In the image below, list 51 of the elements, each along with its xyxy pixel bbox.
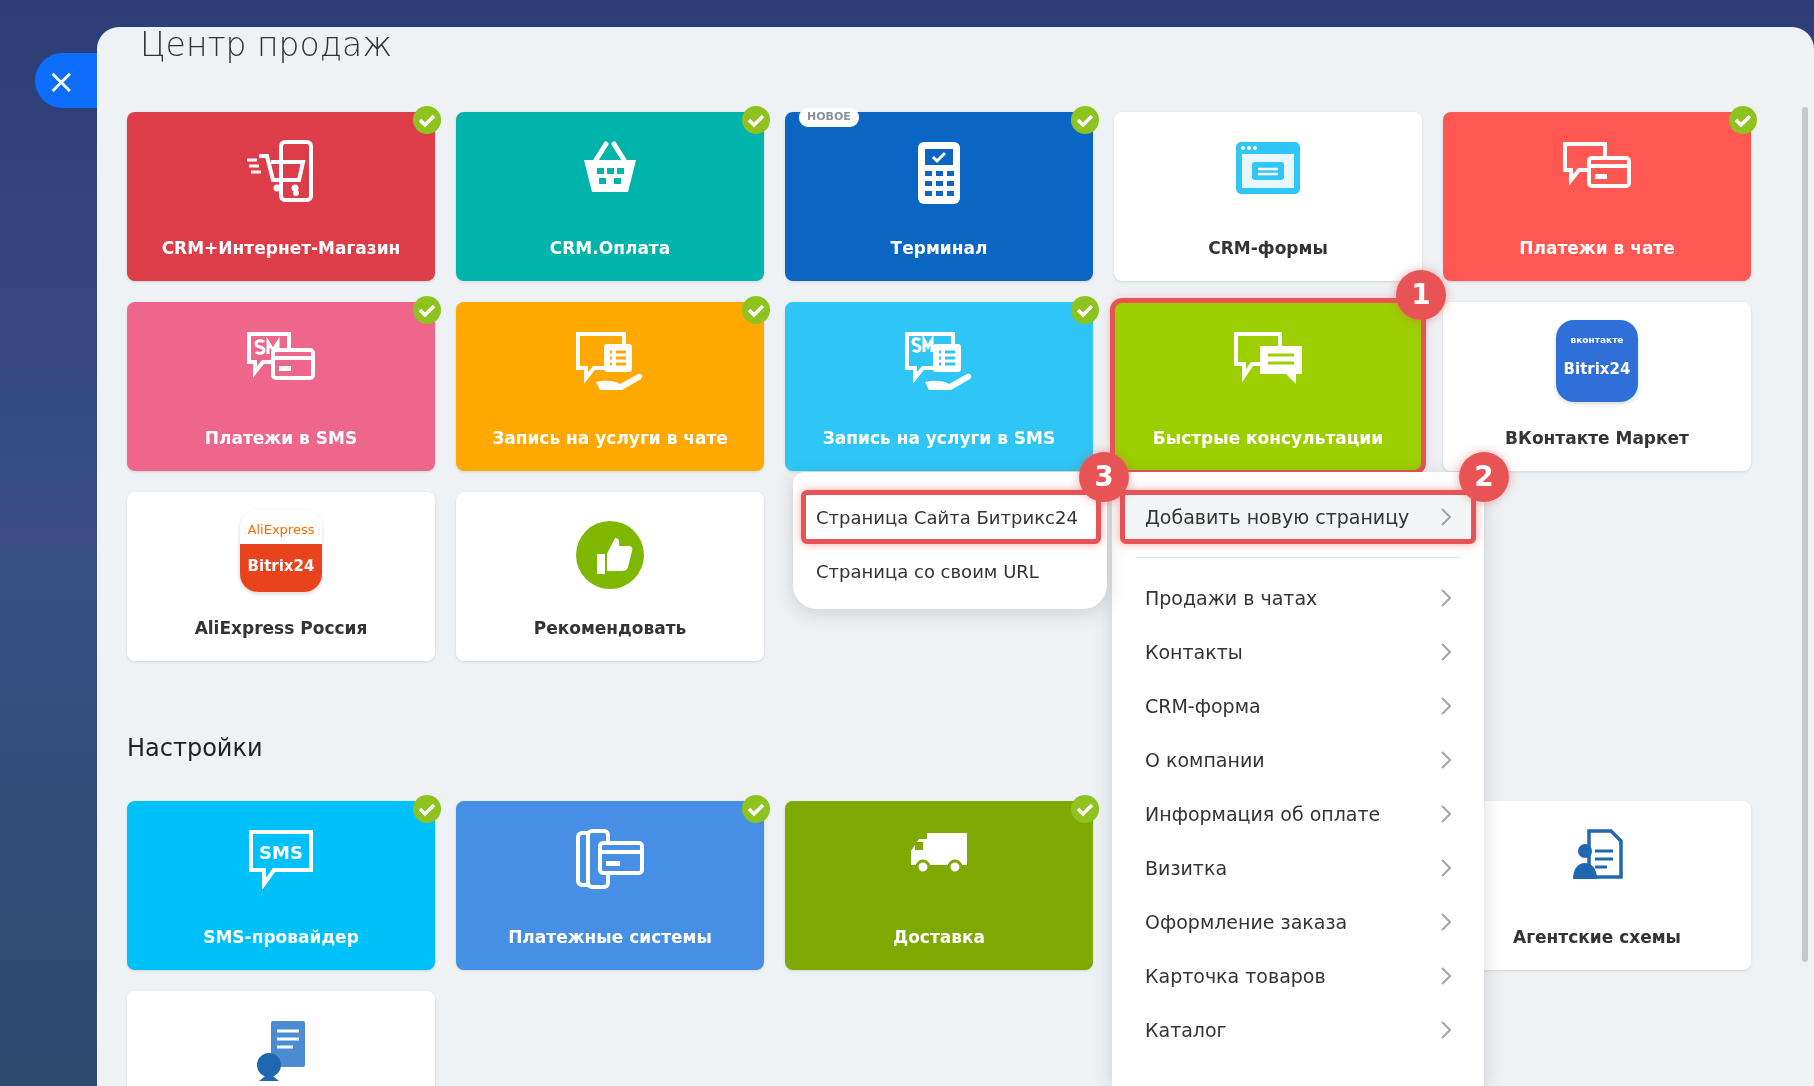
menu-item[interactable]: Контакты: [1120, 625, 1476, 679]
menu-item[interactable]: Страница со своим URL: [801, 544, 1101, 598]
chevron-icon: [1441, 589, 1451, 607]
tile-label: CRM.Оплата: [549, 236, 671, 260]
menu-item[interactable]: Каталог: [1120, 1003, 1476, 1057]
chevron-icon: [1441, 859, 1451, 877]
app-tile[interactable]: AliExpress Bitrix24 AliExpress Россия: [127, 492, 435, 661]
page-title: Центр продаж: [140, 27, 394, 66]
app-tile[interactable]: CRM+Интернет-Магазин: [127, 112, 435, 281]
menu-item[interactable]: Добавить новую страницу: [1120, 490, 1476, 544]
tile-label: Платежи в SMS: [204, 426, 358, 450]
tile-label: Платежные системы: [508, 925, 712, 949]
chevron-icon: [1441, 967, 1451, 985]
chevron-icon: [1441, 697, 1451, 715]
menu-item[interactable]: Страница Сайта Битрикс24: [801, 490, 1101, 544]
terminal-icon: [916, 140, 962, 206]
thumbs-up-icon: [575, 520, 645, 590]
menu-item[interactable]: О компании: [1120, 733, 1476, 787]
chevron-icon: [1441, 643, 1451, 661]
chevron-icon: [1441, 751, 1451, 769]
tile-label: AliExpress Россия: [194, 616, 368, 640]
tile-label: Агентские схемы: [1513, 925, 1681, 949]
certificate-icon: [255, 1019, 307, 1081]
menu-item[interactable]: Продажи в чатах: [1120, 571, 1476, 625]
chevron-icon: [1441, 913, 1451, 931]
chevron-icon: [1441, 508, 1451, 526]
tile-label: Запись на услуги в чате: [492, 426, 728, 450]
tile-label: Быстрые консультации: [1152, 426, 1384, 450]
tile-label: CRM-формы: [1208, 236, 1328, 260]
tile-label: SMS-провайдер: [203, 925, 359, 949]
new-badge: НОВОЕ: [799, 108, 859, 127]
app-tile[interactable]: CRM-формы: [1114, 112, 1422, 281]
person-document-icon: [1571, 829, 1623, 881]
form-window-icon: [1234, 140, 1302, 196]
tile-label: Рекомендовать: [533, 616, 687, 640]
app-tile[interactable]: Рекомендовать: [456, 492, 764, 661]
chevron-icon: [1441, 805, 1451, 823]
sms-bubble-icon: SMS: [248, 829, 314, 889]
cards-icon: [576, 829, 644, 889]
tile-label: Платежи в чате: [1519, 236, 1675, 260]
tile-label: Запись на услуги в SMS: [822, 426, 1056, 450]
tile-label: Терминал: [890, 236, 988, 260]
menu-item[interactable]: CRM-форма: [1120, 679, 1476, 733]
section-heading: Настройки: [127, 733, 263, 764]
app-logo: вконтакте Bitrix24: [1556, 320, 1638, 402]
app-logo: AliExpress Bitrix24: [240, 510, 322, 592]
tile-label: CRM+Интернет-Магазин: [161, 236, 401, 260]
tile-label: ВКонтакте Маркет: [1505, 426, 1689, 450]
close-button[interactable]: ×: [35, 53, 97, 108]
chevron-icon: [1441, 1021, 1451, 1039]
tile-label: Доставка: [893, 925, 985, 949]
